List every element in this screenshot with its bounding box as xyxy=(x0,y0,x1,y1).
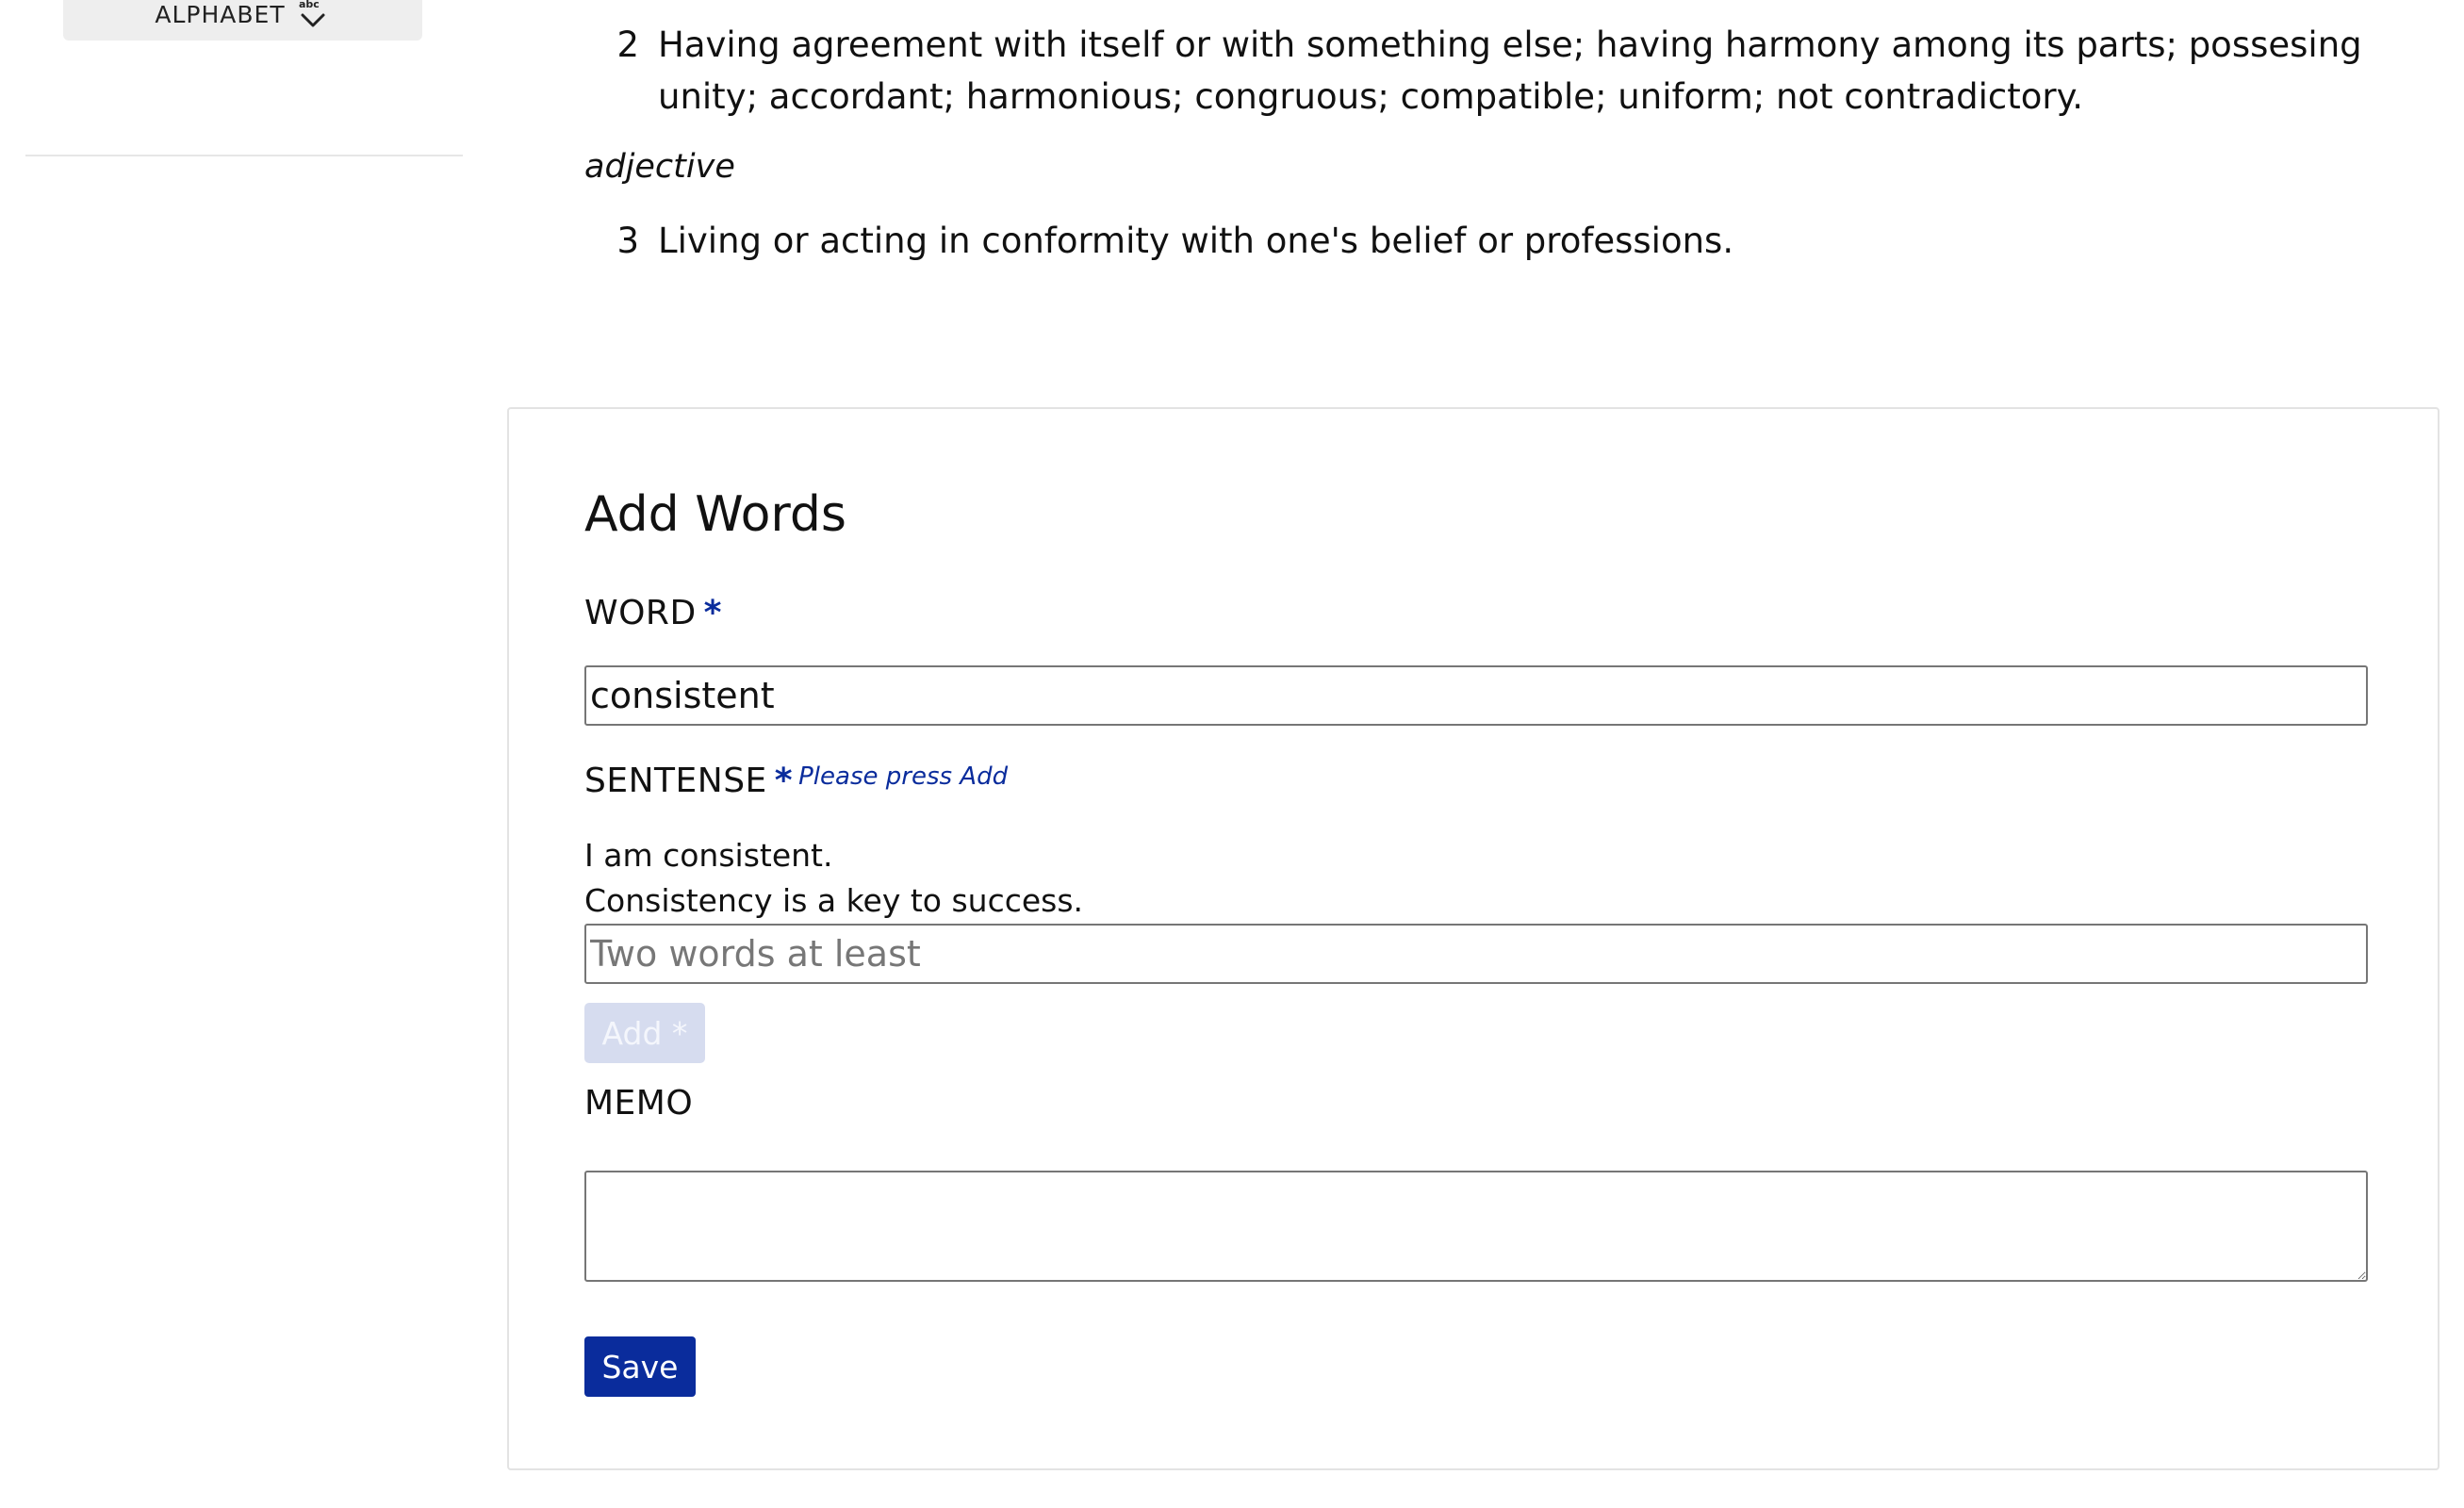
word-label-text: WORD xyxy=(584,594,697,632)
svg-text:abc: abc xyxy=(299,0,320,10)
add-words-title: Add Words xyxy=(584,486,846,543)
word-input[interactable] xyxy=(584,665,2368,726)
sidebar-divider xyxy=(25,155,463,156)
definition-item: 3 Living or acting in conformity with on… xyxy=(584,215,2374,267)
alphabet-sort-button[interactable]: ALPHABET abc xyxy=(63,0,422,41)
definition-item: 2 Having agreement with itself or with s… xyxy=(584,19,2374,123)
definition-number: 2 xyxy=(616,25,639,65)
alphabet-sort-label: ALPHABET xyxy=(155,1,286,28)
sentence-label: SENTENSE * Please press Add xyxy=(584,762,1008,800)
add-sentence-button[interactable]: Add * xyxy=(584,1003,705,1063)
add-words-card: Add Words WORD* SENTENSE*Please press Ad… xyxy=(507,407,2439,1470)
save-button[interactable]: Save xyxy=(584,1336,696,1397)
sentence-item: I am consistent. xyxy=(584,837,833,874)
sentence-input[interactable] xyxy=(584,924,2368,984)
sidebar: ALPHABET abc xyxy=(0,0,471,1508)
sort-alpha-down-icon: abc xyxy=(295,0,331,32)
definition-number: 3 xyxy=(616,221,639,261)
memo-label: MEMO xyxy=(584,1084,694,1123)
sentence-item: Consistency is a key to success. xyxy=(584,882,1084,919)
part-of-speech-label: adjective xyxy=(584,148,735,186)
sentence-hint: Please press Add xyxy=(798,762,1009,791)
definition-text: Living or acting in conformity with one'… xyxy=(658,221,1734,261)
definition-text: Having agreement with itself or with som… xyxy=(658,25,2362,117)
required-mark: * xyxy=(774,762,794,800)
word-label: WORD * xyxy=(584,594,722,632)
page: ALPHABET abc 2 Having agreement with its… xyxy=(0,0,2464,1508)
sentence-label-text: SENTENSE xyxy=(584,762,767,800)
required-mark: * xyxy=(703,594,722,632)
memo-textarea[interactable] xyxy=(584,1171,2368,1282)
